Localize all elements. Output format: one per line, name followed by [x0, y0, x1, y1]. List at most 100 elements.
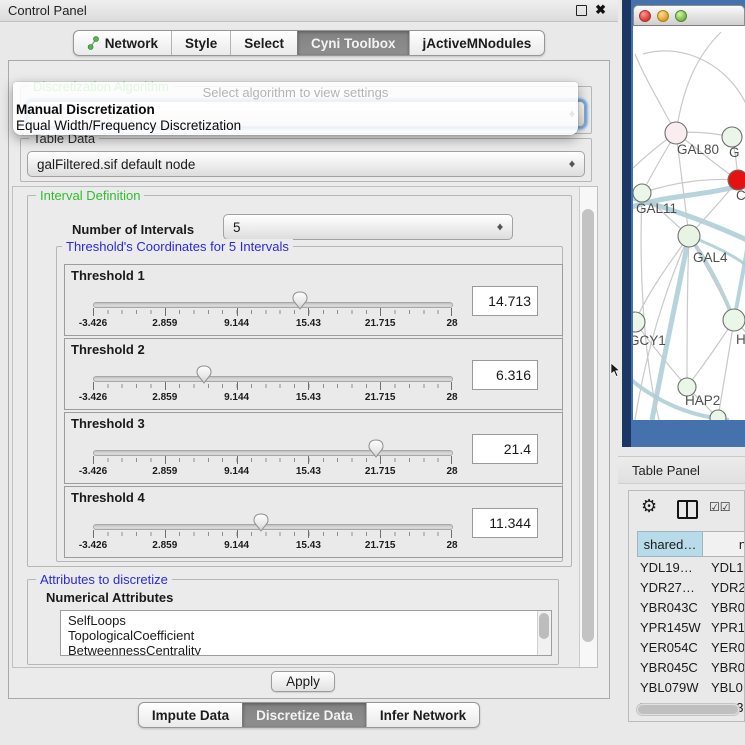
table-cell[interactable]: YDL19… — [637, 560, 703, 575]
column-header-name[interactable]: n — [703, 531, 745, 557]
tab-style[interactable]: Style — [171, 31, 230, 55]
traffic-light-zoom-icon[interactable] — [675, 10, 687, 22]
table-cell[interactable]: YPR1 — [703, 620, 745, 635]
table-cell[interactable]: YBR043C — [637, 600, 703, 615]
table-cell[interactable]: YPR145W — [637, 620, 703, 635]
threshold-label: Threshold 4 — [71, 490, 145, 505]
tick-label: 28 — [446, 466, 457, 477]
table-data-combobox[interactable]: galFiltered.sif default node — [27, 151, 585, 177]
network-canvas[interactable]: GAL80 GAL11 GAL4 GCY1 HAP2 H G C — [633, 26, 745, 420]
popup-item-manual-discretization[interactable]: Manual Discretization — [13, 102, 578, 118]
popup-item-equal-width-frequency[interactable]: Equal Width/Frequency Discretization — [13, 118, 578, 134]
horizontal-scrollbar[interactable] — [636, 703, 740, 716]
apply-button[interactable]: Apply — [271, 671, 335, 692]
tab-discretize-data[interactable]: Discretize Data — [242, 703, 366, 727]
split-view-icon[interactable] — [677, 500, 698, 519]
close-icon[interactable]: ✖ — [595, 4, 606, 16]
table-row[interactable]: YDL19…YDL1 — [637, 557, 745, 577]
threshold-value-field[interactable]: 6.316 — [472, 360, 538, 390]
tab-label: Impute Data — [152, 708, 229, 723]
table-cell[interactable]: YBR0 — [703, 660, 745, 675]
spinner-icon — [568, 158, 577, 171]
table-row[interactable]: YDR27…YDR2 — [637, 577, 745, 597]
table-cell[interactable]: YBL0 — [703, 680, 745, 695]
network-window[interactable]: GAL80 GAL11 GAL4 GCY1 HAP2 H G C — [622, 0, 745, 447]
column-select-icon[interactable]: ☑☑ — [709, 500, 731, 514]
tick-label: -3.426 — [79, 466, 107, 477]
table-cell[interactable]: YIL0 — [703, 720, 745, 723]
tick-label: 2.859 — [152, 318, 177, 329]
list-item[interactable]: BetweennessCentrality — [68, 643, 551, 656]
attributes-group: Attributes to discretize Numerical Attri… — [27, 579, 559, 665]
table-cell[interactable]: YDR27… — [637, 580, 703, 595]
table-row[interactable]: YBR043CYBR0 — [637, 597, 745, 617]
table-data-group: Table Data galFiltered.sif default node — [20, 138, 592, 182]
list-item[interactable]: SelfLoops — [68, 613, 551, 628]
tick-label: 9.144 — [224, 392, 249, 403]
tick-label: 2.859 — [152, 392, 177, 403]
number-of-intervals-label: Number of Intervals — [72, 222, 194, 237]
node-label: GAL11 — [636, 201, 677, 216]
list-scrollbar[interactable] — [537, 611, 551, 655]
table-row[interactable]: YER054CYER0 — [637, 637, 745, 657]
tab-jactivemnodules[interactable]: jActiveMNodules — [409, 31, 545, 55]
table-cell[interactable]: YBL079W — [637, 680, 703, 695]
tick-label: 15.43 — [296, 466, 321, 477]
tab-select[interactable]: Select — [230, 31, 297, 55]
tick-label: -3.426 — [79, 318, 107, 329]
scrollbar-thumb[interactable] — [539, 613, 549, 639]
tick-label: -3.426 — [79, 392, 107, 403]
table-panel-title: Table Panel — [632, 463, 700, 478]
network-node-gal11[interactable] — [633, 184, 651, 202]
network-titlebar[interactable] — [633, 5, 745, 26]
tab-network[interactable]: Network — [74, 31, 171, 55]
table-cell[interactable]: YBR045C — [637, 660, 703, 675]
main-scroll-area: Interval Definition Number of Intervals … — [12, 186, 598, 668]
threshold-value-field[interactable]: 21.4 — [472, 434, 538, 464]
table-panel-titlebar[interactable]: Table Panel — [618, 456, 745, 484]
network-node-gal80[interactable] — [665, 122, 687, 144]
table-cell[interactable]: YBR0 — [703, 600, 745, 615]
tick-label: 21.715 — [365, 318, 396, 329]
control-panel-titlebar[interactable]: Control Panel ✖ — [0, 0, 618, 22]
list-item[interactable]: TopologicalCoefficient — [68, 628, 551, 643]
float-window-icon[interactable] — [576, 5, 587, 16]
gear-icon[interactable]: ⚙ — [641, 496, 657, 517]
number-of-intervals-combobox[interactable]: 5 — [223, 214, 513, 240]
scrollbar-thumb[interactable] — [582, 209, 594, 642]
network-node-selected-red[interactable] — [728, 170, 745, 190]
node-label: G — [729, 145, 740, 160]
tick-label: 9.144 — [224, 466, 249, 477]
attributes-list[interactable]: SelfLoops TopologicalCoefficient Between… — [60, 610, 552, 656]
table-cell[interactable]: YDL1 — [703, 560, 745, 575]
network-node-gal4[interactable] — [678, 225, 700, 247]
table-cell[interactable]: YER054C — [637, 640, 703, 655]
network-node-h[interactable] — [723, 309, 745, 331]
traffic-light-close-icon[interactable] — [639, 10, 651, 22]
table-cell[interactable]: YER0 — [703, 640, 745, 655]
network-node[interactable] — [722, 127, 742, 147]
table-row[interactable]: YIL052CYIL0 — [637, 717, 745, 722]
tab-cyni-toolbox[interactable]: Cyni Toolbox — [297, 31, 409, 55]
group-title: Interval Definition — [36, 188, 144, 203]
table-row[interactable]: YBR045CYBR0 — [637, 657, 745, 677]
traffic-light-minimize-icon[interactable] — [657, 10, 669, 22]
column-header-shared-name[interactable]: shared… — [637, 531, 703, 557]
tab-label: Style — [185, 36, 217, 51]
table-row[interactable]: YBL079WYBL0 — [637, 677, 745, 697]
tab-infer-network[interactable]: Infer Network — [366, 703, 479, 727]
scrollbar-thumb[interactable] — [638, 705, 738, 714]
threshold-panel: Threshold 4 -3.426 2.859 9.144 15.43 21.… — [64, 486, 563, 558]
threshold-value-field[interactable]: 14.713 — [472, 286, 538, 316]
algorithm-popup: Select algorithm to view settings Manual… — [13, 82, 578, 135]
table-cell[interactable]: YDR2 — [703, 580, 745, 595]
vertical-scrollbar[interactable] — [579, 187, 597, 667]
thresholds-group: Threshold's Coordinates for 5 Intervals … — [56, 246, 563, 562]
threshold-value-field[interactable]: 11.344 — [472, 508, 538, 538]
tab-impute-data[interactable]: Impute Data — [139, 703, 242, 727]
table-row[interactable]: YPR145WYPR1 — [637, 617, 745, 637]
tab-label: Select — [244, 36, 284, 51]
table-cell[interactable]: YIL052C — [637, 720, 703, 723]
network-graph: GAL80 GAL11 GAL4 GCY1 HAP2 H G C — [633, 26, 745, 420]
network-node[interactable] — [710, 410, 726, 420]
